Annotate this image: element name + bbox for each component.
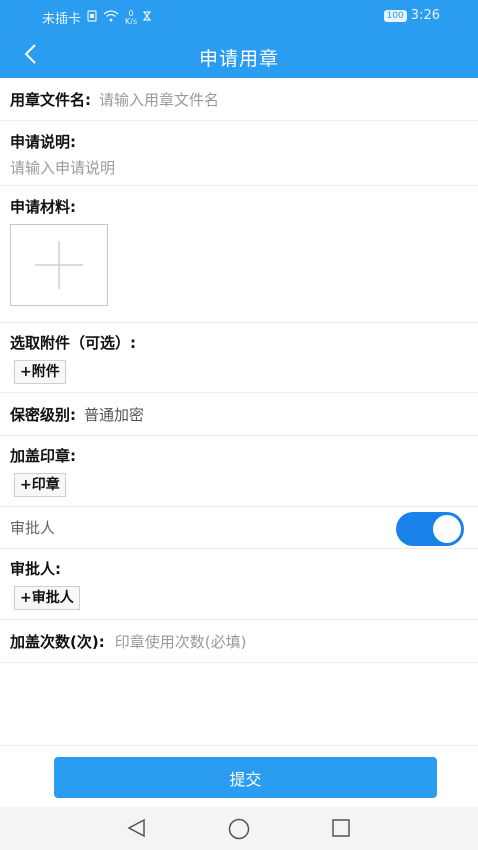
- seal-count-row: 加盖次数(次): 印章使用次数(必填): [0, 620, 478, 663]
- square-recents-icon: [330, 819, 352, 843]
- submit-bar: 提交: [0, 745, 478, 807]
- add-approver-button[interactable]: +审批人: [14, 586, 80, 610]
- speed-unit: K/s: [125, 16, 138, 26]
- secrecy-select[interactable]: 普通加密: [84, 404, 144, 425]
- battery-icon: 100: [383, 9, 407, 22]
- wifi-icon: [103, 9, 119, 26]
- approver-toggle-label: 审批人: [10, 519, 56, 537]
- approver-toggle-row: 审批人: [0, 507, 478, 549]
- page-title: 申请用章: [198, 48, 279, 70]
- nav-home-button[interactable]: [227, 817, 251, 841]
- secrecy-label: 保密级别:: [10, 405, 76, 424]
- system-nav-bar: [0, 807, 478, 850]
- materials-label: 申请材料:: [10, 198, 76, 216]
- toggle-knob: [432, 514, 462, 544]
- clock: 3:26: [410, 8, 440, 23]
- title-bar: 申请用章: [0, 34, 478, 78]
- triangle-back-icon: [126, 818, 148, 843]
- description-row: 申请说明: 请输入申请说明: [0, 121, 478, 186]
- filename-label: 用章文件名:: [10, 90, 91, 109]
- description-label: 申请说明:: [10, 133, 76, 151]
- submit-button[interactable]: 提交: [54, 757, 437, 798]
- attachment-label: 选取附件（可选）:: [10, 334, 136, 352]
- seal-count-input[interactable]: 印章使用次数(必填): [115, 631, 247, 652]
- status-bar: 未插卡 0 K/s 100 3:26: [0, 0, 478, 34]
- nav-recents-button[interactable]: [330, 817, 354, 841]
- upload-material-button[interactable]: [10, 224, 108, 306]
- network-speed: 0 K/s: [125, 9, 138, 26]
- nav-back-button[interactable]: [126, 817, 150, 841]
- seal-label: 加盖印章:: [10, 447, 76, 465]
- approver-row: 审批人: +审批人: [0, 549, 478, 620]
- approver-toggle-switch[interactable]: [396, 512, 464, 546]
- secrecy-row: 保密级别: 普通加密: [0, 393, 478, 436]
- seal-count-label: 加盖次数(次):: [10, 632, 105, 651]
- materials-row: 申请材料:: [0, 186, 478, 323]
- hourglass-icon: [142, 10, 152, 25]
- filename-row: 用章文件名: 请输入用章文件名: [0, 78, 478, 121]
- plus-icon: [33, 239, 85, 295]
- carrier-label: 未插卡: [42, 12, 82, 27]
- seal-row: 加盖印章: +印章: [0, 436, 478, 507]
- approver-label: 审批人:: [10, 560, 61, 578]
- circle-home-icon: [227, 818, 251, 845]
- attachment-row: 选取附件（可选）: +附件: [0, 323, 478, 393]
- add-attachment-button[interactable]: +附件: [14, 360, 66, 384]
- sim-icon: [87, 9, 97, 26]
- filename-input[interactable]: 请输入用章文件名: [99, 89, 219, 110]
- add-seal-button[interactable]: +印章: [14, 473, 66, 497]
- description-input[interactable]: 请输入申请说明: [10, 157, 115, 178]
